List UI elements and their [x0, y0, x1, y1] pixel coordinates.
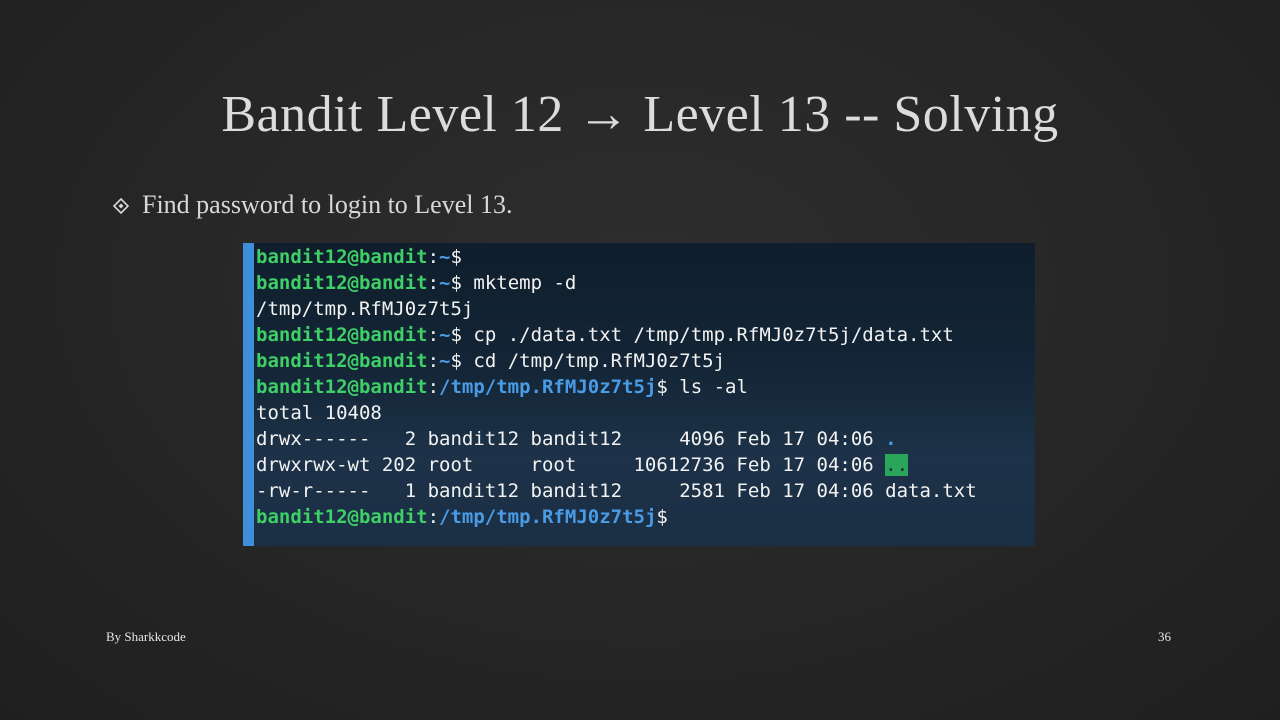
terminal-text: drwx------ 2 bandit12 bandit12 4096 Feb … [256, 428, 886, 450]
terminal-accent-bar [243, 243, 254, 546]
terminal-line: -rw-r----- 1 bandit12 bandit12 2581 Feb … [256, 478, 977, 504]
terminal-text: -rw-r----- 1 bandit12 bandit12 2581 Feb … [256, 480, 977, 502]
terminal-text: $ [656, 506, 668, 528]
terminal-line: drwxrwx-wt 202 root root 10612736 Feb 17… [256, 452, 977, 478]
terminal-line: bandit12@bandit:~$ cd /tmp/tmp.RfMJ0z7t5… [256, 348, 977, 374]
terminal-line: bandit12@bandit:~$ [256, 244, 977, 270]
terminal-line: bandit12@bandit:/tmp/tmp.RfMJ0z7t5j$ [256, 504, 977, 530]
terminal-text: $ [450, 246, 462, 268]
terminal-text: : [427, 376, 440, 398]
terminal-text: . [885, 428, 897, 450]
terminal-text: : [427, 272, 440, 294]
terminal-text: total 10408 [256, 402, 382, 424]
terminal-text: : [427, 506, 440, 528]
bullet-item: Find password to login to Level 13. [110, 188, 512, 222]
terminal-line: total 10408 [256, 400, 977, 426]
terminal-text: drwxrwx-wt 202 root root 10612736 Feb 17… [256, 454, 886, 476]
terminal-text: .. [885, 454, 909, 476]
bullet-text: Find password to login to Level 13. [142, 190, 513, 219]
terminal-text: bandit12@bandit [256, 376, 428, 398]
terminal-text: : [427, 350, 440, 372]
terminal-text: : [427, 246, 440, 268]
terminal-text: ~ [439, 246, 451, 268]
terminal-text: $ cp ./data.txt /tmp/tmp.RfMJ0z7t5j/data… [450, 324, 954, 346]
terminal-screenshot: bandit12@bandit:~$ bandit12@bandit:~$ mkt… [243, 243, 1035, 546]
terminal-line: bandit12@bandit:/tmp/tmp.RfMJ0z7t5j$ ls … [256, 374, 977, 400]
terminal-text: ~ [439, 324, 451, 346]
terminal-text: /tmp/tmp.RfMJ0z7t5j [439, 506, 657, 528]
terminal-text: /tmp/tmp.RfMJ0z7t5j [439, 376, 657, 398]
terminal-text: $ cd /tmp/tmp.RfMJ0z7t5j [450, 350, 726, 372]
terminal-text: bandit12@bandit [256, 506, 428, 528]
terminal-text: $ mktemp -d [450, 272, 577, 294]
diamond-bullet-icon [110, 194, 132, 216]
terminal-text: bandit12@bandit [256, 350, 428, 372]
terminal-line: /tmp/tmp.RfMJ0z7t5j [256, 296, 977, 322]
terminal-text: bandit12@bandit [256, 246, 428, 268]
terminal-line: bandit12@bandit:~$ mktemp -d [256, 270, 977, 296]
terminal-text: $ ls -al [656, 376, 748, 398]
terminal-text: bandit12@bandit [256, 272, 428, 294]
terminal-text: /tmp/tmp.RfMJ0z7t5j [256, 298, 474, 320]
terminal-line: drwx------ 2 bandit12 bandit12 4096 Feb … [256, 426, 977, 452]
terminal-line: bandit12@bandit:~$ cp ./data.txt /tmp/tm… [256, 322, 977, 348]
footer-author: By Sharkkcode [106, 629, 186, 644]
slide-number: 36 [1158, 629, 1171, 644]
terminal-text: ~ [439, 350, 451, 372]
terminal-output: bandit12@bandit:~$ bandit12@bandit:~$ mkt… [256, 244, 977, 530]
terminal-text: : [427, 324, 440, 346]
terminal-text: bandit12@bandit [256, 324, 428, 346]
terminal-text: ~ [439, 272, 451, 294]
slide-title: Bandit Level 12 → Level 13 -- Solving [221, 86, 1059, 143]
